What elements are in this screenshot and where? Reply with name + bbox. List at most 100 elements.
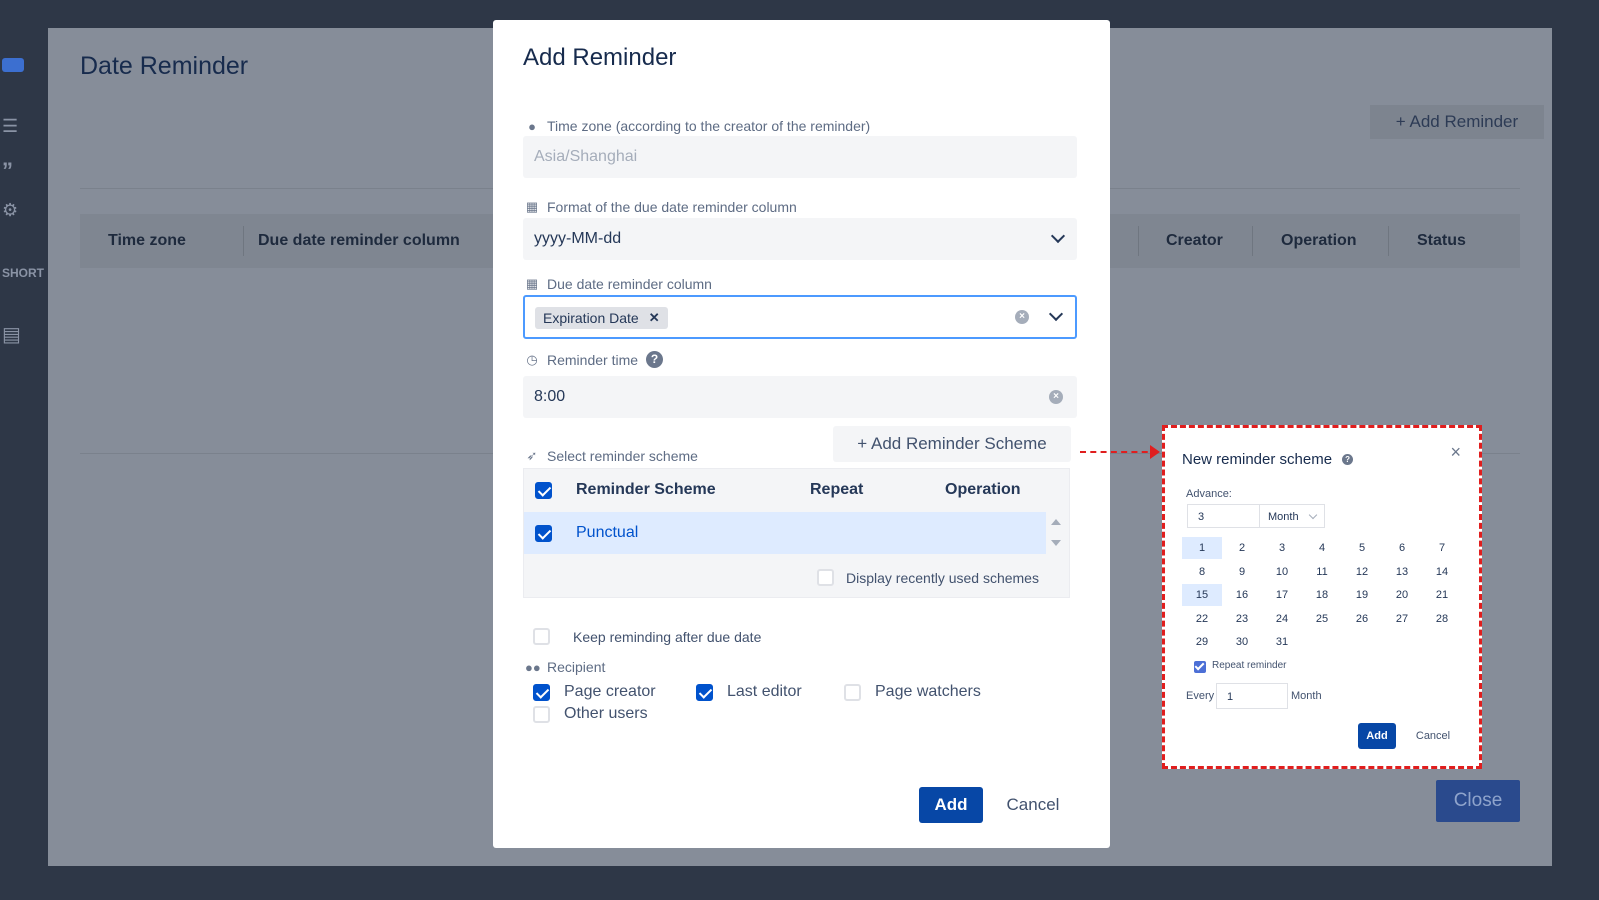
day-cell[interactable]: 20 <box>1382 584 1422 606</box>
day-cell[interactable]: 15 <box>1182 584 1222 606</box>
day-cell[interactable]: 29 <box>1182 631 1222 653</box>
quote-icon: ” <box>2 158 13 183</box>
chevron-down-icon[interactable] <box>1048 306 1064 322</box>
day-cell[interactable]: 22 <box>1182 608 1222 630</box>
sidebar: ☰ ” ⚙ SHORT ▤ <box>0 40 48 400</box>
scheme-label-row: ➶ Select reminder scheme <box>525 448 698 464</box>
page-creator-checkbox[interactable] <box>533 684 550 701</box>
day-cell[interactable]: 31 <box>1262 631 1302 653</box>
format-label: Format of the due date reminder column <box>547 199 797 215</box>
page-icon: ▤ <box>2 324 21 346</box>
selected-column-tag: Expiration Date ✕ <box>535 307 668 329</box>
day-cell[interactable]: 6 <box>1382 537 1422 559</box>
day-cell[interactable]: 18 <box>1302 584 1342 606</box>
last-editor-label: Last editor <box>727 683 802 700</box>
day-cell[interactable]: 13 <box>1382 561 1422 583</box>
page-title: Date Reminder <box>80 52 249 80</box>
day-cell[interactable]: 11 <box>1302 561 1342 583</box>
day-cell[interactable]: 3 <box>1262 537 1302 559</box>
remove-tag-icon[interactable]: ✕ <box>649 307 660 329</box>
column-label-row: ▦ Due date reminder column <box>525 276 712 292</box>
repeat-reminder-checkbox[interactable] <box>1194 661 1206 673</box>
recipient-label-row: ●● Recipient <box>525 659 605 675</box>
popup-cancel-button[interactable]: Cancel <box>1408 723 1458 749</box>
advance-input[interactable]: 3 <box>1187 504 1259 528</box>
scheme-table-header: Reminder Scheme Repeat Operation <box>524 469 1069 511</box>
other-users-checkbox[interactable] <box>533 706 550 723</box>
column-header: Due date reminder column <box>258 232 460 249</box>
format-value: yyyy-MM-dd <box>534 230 622 247</box>
recent-schemes-label: Display recently used schemes <box>846 570 1039 586</box>
every-input[interactable]: 1 <box>1216 683 1288 709</box>
recipient-label: Recipient <box>547 659 606 675</box>
new-reminder-scheme-popup: New reminder scheme ? × Advance: 3 Month… <box>1162 425 1482 769</box>
timezone-value: Asia/Shanghai <box>534 148 638 165</box>
add-button[interactable]: Add <box>919 787 983 823</box>
every-label: Every <box>1186 690 1215 702</box>
last-editor-checkbox[interactable] <box>696 684 713 701</box>
clear-icon[interactable]: × <box>1015 310 1029 324</box>
format-select[interactable]: yyyy-MM-dd <box>523 218 1077 260</box>
day-cell[interactable]: 30 <box>1222 631 1262 653</box>
cancel-button[interactable]: Cancel <box>997 787 1069 823</box>
recent-schemes-checkbox[interactable] <box>817 569 834 586</box>
help-icon[interactable]: ? <box>646 351 664 368</box>
timezone-label-row: ● Time zone (according to the creator of… <box>525 118 870 134</box>
column-header: Time zone <box>108 232 186 249</box>
day-cell[interactable]: 2 <box>1222 537 1262 559</box>
column-separator <box>1252 226 1253 256</box>
scroll-up-icon[interactable] <box>1051 519 1061 525</box>
close-button[interactable]: Close <box>1436 780 1520 822</box>
scrollbar[interactable] <box>1045 512 1069 554</box>
scheme-name-link[interactable]: Punctual <box>576 512 638 554</box>
tag-label: Expiration Date <box>543 310 639 326</box>
day-cell[interactable]: 1 <box>1182 537 1222 559</box>
popup-title: New reminder scheme <box>1182 451 1333 468</box>
add-reminder-scheme-button[interactable]: + Add Reminder Scheme <box>833 426 1071 462</box>
table-row[interactable]: Punctual <box>524 512 1046 554</box>
day-cell[interactable]: 5 <box>1342 537 1382 559</box>
day-cell[interactable]: 24 <box>1262 608 1302 630</box>
scroll-down-icon[interactable] <box>1051 540 1061 546</box>
day-cell[interactable]: 27 <box>1382 608 1422 630</box>
day-cell[interactable]: 17 <box>1262 584 1302 606</box>
dialog-title: Add Reminder <box>523 44 677 71</box>
day-cell[interactable]: 26 <box>1342 608 1382 630</box>
timezone-field: Asia/Shanghai <box>523 136 1077 178</box>
help-icon[interactable]: ? <box>1342 454 1354 465</box>
day-cell[interactable]: 8 <box>1182 561 1222 583</box>
reminder-time-input[interactable]: 8:00 × <box>523 376 1077 418</box>
day-cell[interactable]: 28 <box>1422 608 1462 630</box>
day-cell[interactable]: 4 <box>1302 537 1342 559</box>
keep-reminding-checkbox[interactable] <box>533 628 550 645</box>
chevron-down-icon[interactable] <box>1050 228 1066 244</box>
map-pin-icon: ● <box>528 118 536 134</box>
day-cell[interactable]: 12 <box>1342 561 1382 583</box>
callout-arrow-head <box>1150 445 1160 459</box>
day-cell[interactable]: 23 <box>1222 608 1262 630</box>
day-cell[interactable]: 7 <box>1422 537 1462 559</box>
day-cell[interactable]: 25 <box>1302 608 1342 630</box>
page-creator-label: Page creator <box>564 683 656 700</box>
day-cell[interactable]: 10 <box>1262 561 1302 583</box>
day-cell[interactable]: 21 <box>1422 584 1462 606</box>
add-reminder-button-bg[interactable]: + Add Reminder <box>1370 105 1544 139</box>
clear-icon[interactable]: × <box>1049 390 1063 404</box>
day-cell[interactable]: 9 <box>1222 561 1262 583</box>
day-cell[interactable]: 19 <box>1342 584 1382 606</box>
page-watchers-checkbox[interactable] <box>844 684 861 701</box>
repeat-reminder-label: Repeat reminder <box>1212 660 1287 671</box>
popup-add-button[interactable]: Add <box>1358 723 1396 749</box>
day-cell[interactable]: 14 <box>1422 561 1462 583</box>
add-reminder-dialog: Add Reminder ● Time zone (according to t… <box>493 20 1110 848</box>
close-icon[interactable]: × <box>1450 442 1461 463</box>
advance-unit-select[interactable]: Month <box>1259 504 1325 528</box>
popup-title-row: New reminder scheme ? <box>1182 451 1354 468</box>
scheme-label: Select reminder scheme <box>547 448 698 464</box>
list-icon: ☰ <box>2 116 19 136</box>
due-date-column-select[interactable]: Expiration Date ✕ × <box>523 295 1077 339</box>
select-all-checkbox[interactable] <box>535 482 552 499</box>
sidebar-section: SHORT <box>2 266 44 280</box>
day-cell[interactable]: 16 <box>1222 584 1262 606</box>
row-checkbox[interactable] <box>535 525 552 542</box>
